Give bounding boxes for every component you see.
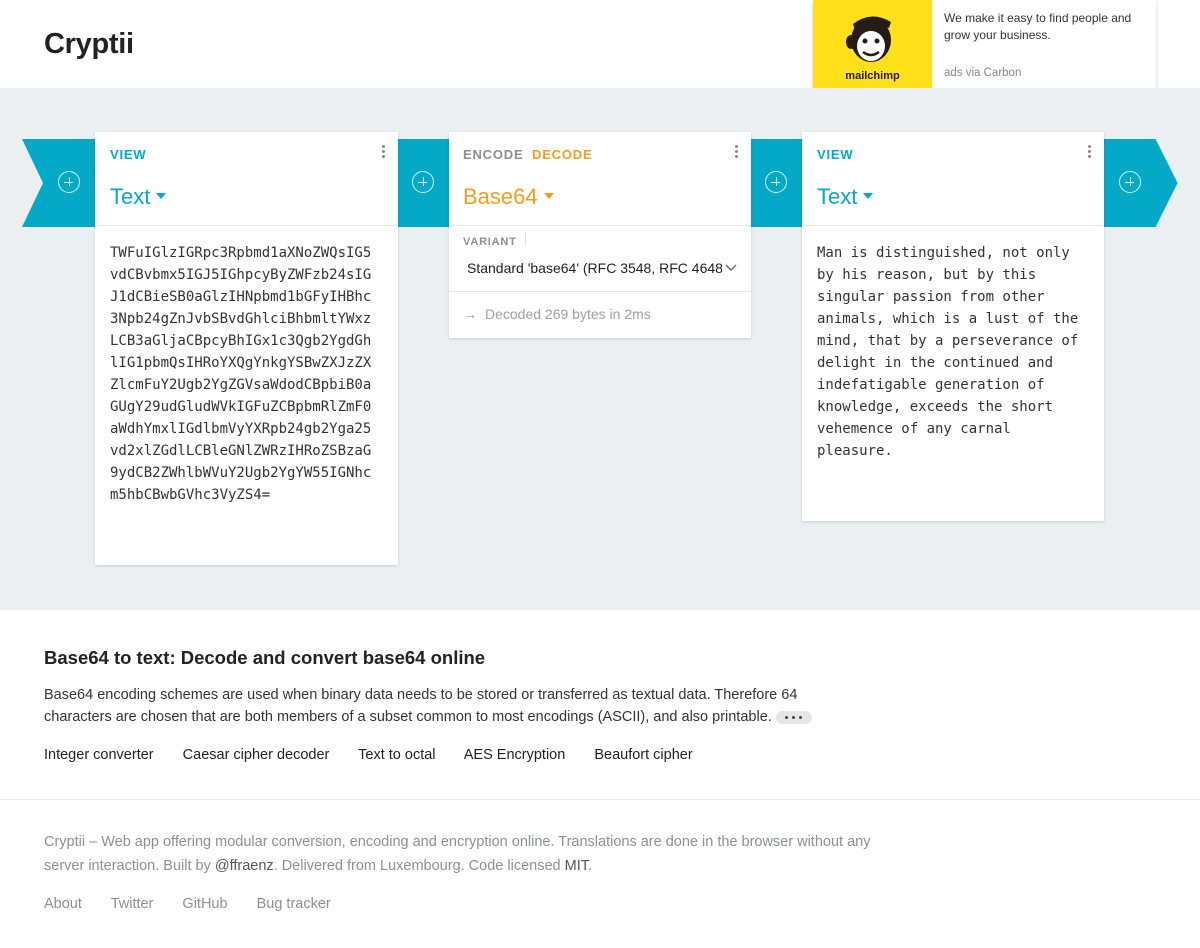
related-link[interactable]: Caesar cipher decoder — [183, 747, 330, 763]
pipe-end — [1104, 139, 1179, 227]
app-logo[interactable]: Cryptii — [44, 28, 134, 61]
divider — [449, 291, 751, 292]
brick-title: Text — [817, 184, 858, 209]
footer-link-bug-tracker[interactable]: Bug tracker — [257, 896, 331, 912]
related-link[interactable]: AES Encryption — [464, 747, 566, 763]
related-link[interactable]: Text to octal — [358, 747, 435, 763]
caret-down-icon — [863, 193, 874, 200]
brick-base64: ENCODE DECODE Base64 VARIANT Standard 'b… — [449, 132, 751, 338]
add-brick-button-3[interactable] — [765, 171, 787, 193]
footer-link-github[interactable]: GitHub — [182, 896, 227, 912]
decoded-text-area[interactable]: Man is distinguished, not only by his re… — [817, 242, 1078, 462]
variant-select[interactable]: Standard 'base64' (RFC 3548, RFC 4648) — [467, 260, 722, 280]
decode-toggle[interactable]: DECODE — [532, 147, 592, 162]
ad-image[interactable]: mailchimp — [813, 0, 932, 91]
brick-title-select[interactable]: Base64 — [463, 184, 554, 210]
related-link[interactable]: Beaufort cipher — [594, 747, 692, 763]
brick-title-select[interactable]: Text — [110, 184, 167, 210]
brick-view-encoded: VIEW Text TWFuIGlzIGRpc3Rpbmd1aXNoZWQsIG… — [95, 132, 398, 565]
brick-title: Base64 — [463, 184, 538, 209]
footer-link-twitter[interactable]: Twitter — [111, 896, 154, 912]
status-text: Decoded 269 bytes in 2ms — [485, 306, 651, 322]
article-description: Base64 encoding schemes are used when bi… — [44, 684, 834, 728]
encoded-text-area[interactable]: TWFuIGlzIGRpc3Rpbmd1aXNoZWQsIG5 vdCBvbmx… — [110, 242, 371, 506]
brick-header: VIEW Text — [802, 132, 1104, 226]
add-brick-button-1[interactable] — [58, 171, 80, 193]
footer-text: Cryptii – Web app offering modular conve… — [44, 830, 874, 878]
license-link[interactable]: MIT — [565, 858, 588, 874]
brick-header: VIEW Text — [95, 132, 398, 226]
caret-down-icon — [156, 193, 167, 200]
brick-view-decoded: VIEW Text Man is distinguished, not only… — [802, 132, 1104, 521]
more-button[interactable] — [775, 710, 812, 724]
chevron-down-icon[interactable] — [725, 264, 737, 272]
related-links: Integer converter Caesar cipher decoder … — [44, 747, 718, 763]
footer-link-about[interactable]: About — [44, 896, 82, 912]
more-vertical-icon[interactable] — [1086, 145, 1092, 160]
more-vertical-icon[interactable] — [380, 145, 386, 160]
footer-links: About Twitter GitHub Bug tracker — [44, 896, 356, 912]
carbon-ad[interactable]: mailchimp We make it easy to find people… — [813, 0, 1156, 91]
footer-text-part: . Delivered from Luxembourg. Code licens… — [273, 858, 565, 874]
encode-toggle[interactable]: ENCODE — [463, 147, 523, 162]
description-text: Base64 encoding schemes are used when bi… — [44, 687, 798, 725]
add-brick-button-2[interactable] — [412, 171, 434, 193]
mailchimp-logo-icon — [846, 16, 891, 62]
brick-title: Text — [110, 184, 151, 209]
ad-text[interactable]: We make it easy to find people and grow … — [944, 10, 1144, 44]
footer-text-part: . — [587, 858, 592, 874]
arrow-right-icon: → — [463, 306, 477, 322]
variant-divider — [525, 232, 526, 246]
footer-divider — [0, 799, 1200, 800]
more-vertical-icon[interactable] — [733, 145, 739, 160]
brick-label: VIEW — [817, 147, 854, 162]
related-link[interactable]: Integer converter — [44, 747, 154, 763]
brick-title-select[interactable]: Text — [817, 184, 874, 210]
variant-label: VARIANT — [463, 236, 517, 248]
ad-via[interactable]: ads via Carbon — [944, 67, 1021, 79]
brick-label: VIEW — [110, 147, 147, 162]
caret-down-icon — [543, 193, 554, 200]
author-link[interactable]: @ffraenz — [215, 858, 274, 874]
article-heading: Base64 to text: Decode and convert base6… — [44, 647, 486, 668]
status-message: → Decoded 269 bytes in 2ms — [463, 306, 651, 322]
add-brick-button-4[interactable] — [1119, 171, 1141, 193]
brick-header: ENCODE DECODE Base64 — [449, 132, 751, 226]
ad-brand: mailchimp — [845, 70, 900, 82]
